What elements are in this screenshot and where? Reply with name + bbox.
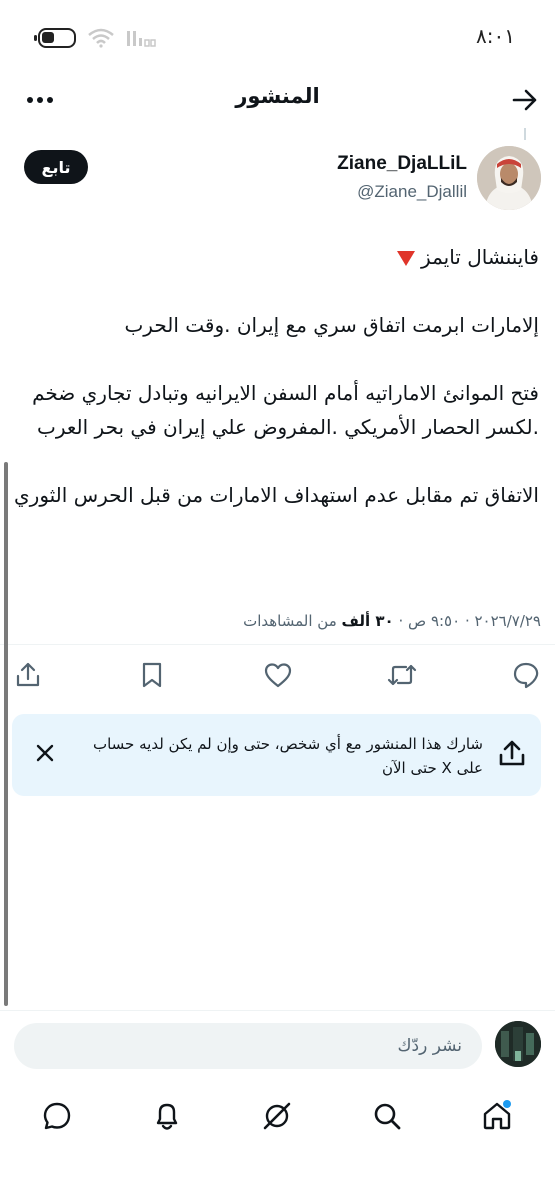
reply-icon[interactable] — [509, 658, 543, 692]
reply-input[interactable] — [14, 1023, 482, 1069]
post-source: فايننشال تايمز — [421, 245, 539, 269]
search-icon[interactable] — [367, 1096, 407, 1136]
messages-icon[interactable] — [37, 1096, 77, 1136]
home-icon[interactable] — [477, 1096, 517, 1136]
red-triangle-icon — [397, 251, 416, 266]
like-icon[interactable] — [261, 658, 295, 692]
post-paragraph: الاتفاق تم مقابل عدم استهداف الامارات من… — [14, 483, 539, 507]
author-avatar[interactable] — [477, 146, 541, 210]
status-icons — [34, 28, 156, 48]
repost-icon[interactable] — [385, 658, 419, 692]
share-icon[interactable] — [11, 658, 45, 692]
share-icon — [495, 736, 529, 770]
back-arrow-icon[interactable] — [509, 84, 541, 116]
battery-icon — [34, 28, 76, 48]
post-source-line: فايننشال تايمز — [9, 240, 539, 274]
follow-button[interactable]: تابع — [24, 150, 88, 184]
bookmark-icon[interactable] — [135, 658, 169, 692]
divider — [0, 644, 555, 645]
share-promo-card[interactable]: شارك هذا المنشور مع أي شخص، حتى وإن لم ي… — [12, 714, 541, 796]
signal-icon — [127, 31, 156, 47]
post-paragraph: إلامارات ابرمت اتفاق سري مع إيران .وقت ا… — [124, 313, 539, 337]
post-meta: ٢٠٢٦/٧/٢٩ · ٩:٥٠ ص · ٣٠ ألف من المشاهدات — [243, 612, 541, 630]
bottom-nav — [0, 1080, 555, 1154]
page-title: المنشور — [235, 84, 320, 108]
home-unread-dot — [503, 1100, 511, 1108]
post-paragraph: فتح الموانئ الاماراتيه أمام السفن الايرا… — [32, 381, 539, 439]
author-name[interactable]: Ziane_DjaLLiL — [337, 153, 467, 175]
post-timestamp: ٢٠٢٦/٧/٢٩ · ٩:٥٠ ص · — [393, 612, 541, 630]
post-text: فايننشال تايمز إلامارات ابرمت اتفاق سري … — [9, 240, 539, 512]
thread-connector — [524, 128, 526, 140]
views-label: من المشاهدات — [243, 612, 342, 630]
notifications-icon[interactable] — [147, 1096, 187, 1136]
author-handle[interactable]: @Ziane_Djallil — [357, 182, 467, 202]
header: المنشور — [0, 78, 555, 122]
action-bar — [0, 654, 555, 698]
views-count[interactable]: ٣٠ ألف — [342, 612, 394, 630]
scrollbar[interactable] — [4, 462, 8, 1006]
close-icon[interactable] — [30, 738, 60, 768]
grok-icon[interactable] — [257, 1096, 297, 1136]
status-time: ٨:٠١ — [476, 24, 515, 48]
reply-composer — [0, 1010, 555, 1080]
status-bar: ٨:٠١ — [0, 0, 555, 78]
wifi-icon — [88, 28, 114, 48]
share-promo-text: شارك هذا المنشور مع أي شخص، حتى وإن لم ي… — [92, 735, 483, 777]
user-avatar[interactable] — [495, 1021, 541, 1067]
